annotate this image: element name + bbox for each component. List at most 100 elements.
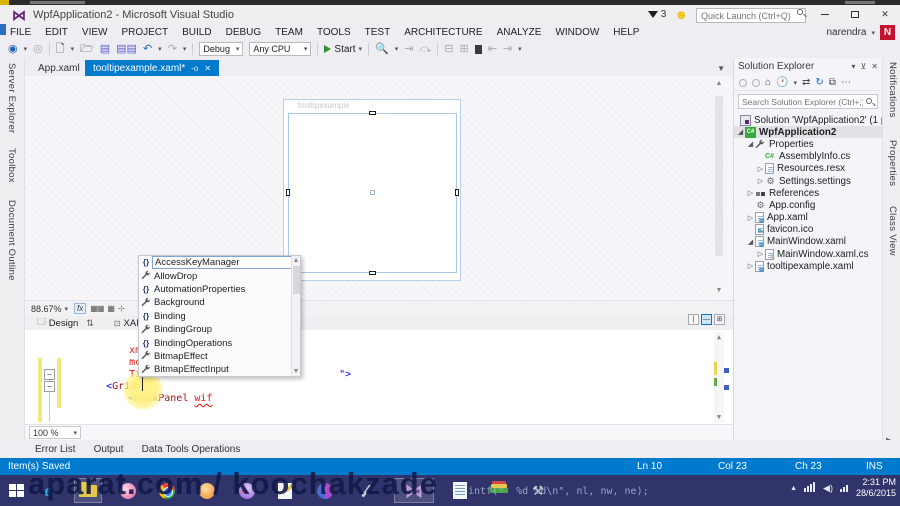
editor-zoom-dropdown[interactable]: 100 % ▾ [29, 426, 81, 439]
design-artboard-window[interactable]: tooltipexample ▲ [277, 99, 461, 281]
close-tab-icon[interactable]: ✕ [204, 64, 211, 73]
xaml-code-editor[interactable]: − − xmlns:local mc:Ignorabl Title="tool … [25, 330, 733, 424]
scrollbar-thumb[interactable] [715, 96, 723, 256]
intellisense-item-bitmapeffect[interactable]: BitmapEffect [139, 350, 300, 363]
scroll-up-icon[interactable]: ▲ [292, 257, 300, 264]
menu-edit[interactable]: EDIT [45, 27, 68, 38]
tree-item-settings[interactable]: ▷ ⚙ Settings.settings [734, 175, 882, 187]
snaplines-icon[interactable]: ⊹ [118, 304, 125, 313]
tree-item-appconfig[interactable]: ⚙ App.config [734, 199, 882, 211]
outdent-icon[interactable]: ⇥ [503, 43, 512, 55]
tree-item-references[interactable]: ▷ References [734, 187, 882, 199]
save-icon[interactable]: ▤ [100, 43, 110, 55]
solution-platform-dropdown[interactable]: Any CPU ▾ [249, 42, 312, 56]
show-grid-icon[interactable]: ▦▦ [90, 304, 104, 313]
back-caret-icon[interactable]: ▾ [24, 45, 28, 53]
navigate-back-icon[interactable]: ◉ [8, 43, 18, 55]
pin-tab-icon[interactable]: -o [191, 64, 198, 73]
solution-explorer-header[interactable]: Solution Explorer ▾ ⊻ ✕ [734, 58, 882, 75]
tray-expand-icon[interactable]: ▲ [790, 485, 797, 492]
open-file-icon[interactable]: 🗁 [80, 43, 94, 55]
indent-icon[interactable]: ⇤ [488, 43, 497, 55]
tree-item-mainwindow-xaml-cs[interactable]: ▷ MainWindow.xaml.cs [734, 248, 882, 261]
signal-icon[interactable] [839, 479, 849, 497]
editor-vertical-scrollbar[interactable]: ▲ ▼ [714, 332, 724, 422]
expand-arrow-icon[interactable]: ▷ [756, 177, 765, 185]
xaml-designer-surface[interactable]: tooltipexample ▲ ▲ ▼ [25, 76, 733, 300]
expand-arrow-icon[interactable]: ▷ [756, 165, 765, 173]
uncomment-icon[interactable]: ⊞ [459, 43, 468, 55]
tab-properties[interactable]: Properties [887, 140, 898, 186]
tree-item-mainwindow-xaml[interactable]: ◢ MainWindow.xaml [734, 236, 882, 248]
toolbar-more-icon[interactable]: ⋯ [841, 77, 851, 88]
quick-launch-input[interactable] [696, 8, 806, 23]
resize-handle-top[interactable] [368, 111, 376, 115]
menu-team[interactable]: TEAM [275, 27, 303, 38]
step-into-icon[interactable]: ⇥ [404, 43, 413, 55]
tree-item-assemblyinfo[interactable]: C# AssemblyInfo.cs [734, 151, 882, 163]
grid-selection-adorner[interactable] [286, 111, 459, 275]
intellisense-item-automationproperties[interactable]: {} AutomationProperties [139, 283, 300, 296]
tree-item-properties[interactable]: ◢ Properties [734, 138, 882, 150]
horizontal-split-button[interactable]: — [701, 314, 712, 325]
expand-arrow-icon[interactable]: ◢ [746, 238, 755, 246]
vertical-split-button[interactable]: ❘ [688, 314, 699, 325]
tab-app-xaml[interactable]: App.xaml [30, 60, 88, 76]
expand-arrow-icon[interactable]: ▷ [746, 214, 755, 222]
menu-test[interactable]: TEST [365, 27, 391, 38]
tree-item-favicon[interactable]: favicon.ico [734, 224, 882, 236]
scroll-up-icon[interactable]: ▲ [715, 80, 723, 87]
intellisense-item-bindingoperations[interactable]: {} BindingOperations [139, 336, 300, 349]
menu-analyze[interactable]: ANALYZE [497, 27, 542, 38]
pin-panel-icon[interactable]: ⊻ [860, 62, 866, 71]
scroll-down-icon[interactable]: ▼ [292, 368, 300, 375]
sync-with-active-document-icon[interactable]: ⇄ [802, 77, 810, 88]
menu-help[interactable]: HELP [613, 27, 639, 38]
tree-item-resources[interactable]: ▷ Resources.resx [734, 163, 882, 175]
panel-dropdown-icon[interactable]: ▾ [851, 62, 855, 71]
code-line-title-tail[interactable]: "> [303, 358, 351, 391]
tab-design-view[interactable]: 🗔 Design [29, 316, 86, 330]
menu-file[interactable]: FILE [10, 27, 31, 38]
undo-icon[interactable]: ↶ [143, 43, 152, 55]
menu-debug[interactable]: DEBUG [226, 27, 262, 38]
forward-icon[interactable] [752, 78, 760, 87]
close-button[interactable]: ✕ [874, 7, 896, 22]
expand-arrow-icon[interactable]: ◢ [746, 140, 755, 148]
tab-tooltipexample-xaml[interactable]: tooltipexample.xaml* -o ✕ [85, 60, 220, 76]
new-caret-icon[interactable]: ▾ [71, 45, 75, 53]
expand-arrow-icon[interactable]: ◢ [736, 128, 745, 136]
refresh-icon[interactable]: ↻ [815, 77, 823, 88]
toolbar-overflow-icon[interactable]: ▾ [518, 45, 522, 53]
collapse-all-icon[interactable]: ⧉ [829, 77, 836, 88]
menu-architecture[interactable]: ARCHITECTURE [404, 27, 482, 38]
intellisense-item-binding[interactable]: {} Binding [139, 310, 300, 323]
resize-handle-right[interactable] [455, 189, 459, 196]
collapse-pane-button[interactable]: ⊞ [714, 314, 725, 325]
tab-error-list[interactable]: Error List [35, 444, 76, 455]
pending-changes-filter-icon[interactable]: 🕐 [776, 77, 788, 88]
resize-handle-left[interactable] [286, 189, 290, 196]
redo-caret-icon[interactable]: ▾ [183, 45, 187, 53]
tab-notifications[interactable]: Notifications [887, 62, 898, 118]
anchor-center-handle[interactable] [369, 190, 375, 195]
feedback-button[interactable]: 3 [647, 9, 666, 20]
expand-arrow-icon[interactable]: ▷ [746, 189, 755, 197]
menu-build[interactable]: BUILD [182, 27, 211, 38]
menu-project[interactable]: PROJECT [121, 27, 168, 38]
start-debugging-button[interactable]: Start ▾ [324, 44, 362, 55]
swap-panes-icon[interactable]: ⇅ [86, 318, 94, 329]
user-avatar[interactable]: N [880, 25, 895, 40]
volume-icon[interactable]: ◀) [823, 483, 833, 494]
solution-explorer-search-input[interactable] [738, 94, 878, 109]
intellisense-item-bitmapeffectinput[interactable]: BitmapEffectInput [139, 363, 300, 376]
find-caret-icon[interactable]: ▾ [395, 45, 399, 53]
scroll-up-icon[interactable]: ▲ [715, 333, 723, 341]
designer-zoom-dropdown[interactable]: 88.67% ▾ [29, 304, 70, 314]
tab-data-tools-operations[interactable]: Data Tools Operations [142, 444, 241, 455]
intellisense-scrollbar[interactable]: ▲ ▼ [291, 256, 300, 376]
tab-document-outline[interactable]: Document Outline [6, 200, 17, 281]
document-well-dropdown-icon[interactable]: ▼ [717, 64, 725, 73]
intellisense-item-allowdrop[interactable]: AllowDrop [139, 269, 300, 282]
tab-toolbox[interactable]: Toolbox [6, 148, 17, 183]
